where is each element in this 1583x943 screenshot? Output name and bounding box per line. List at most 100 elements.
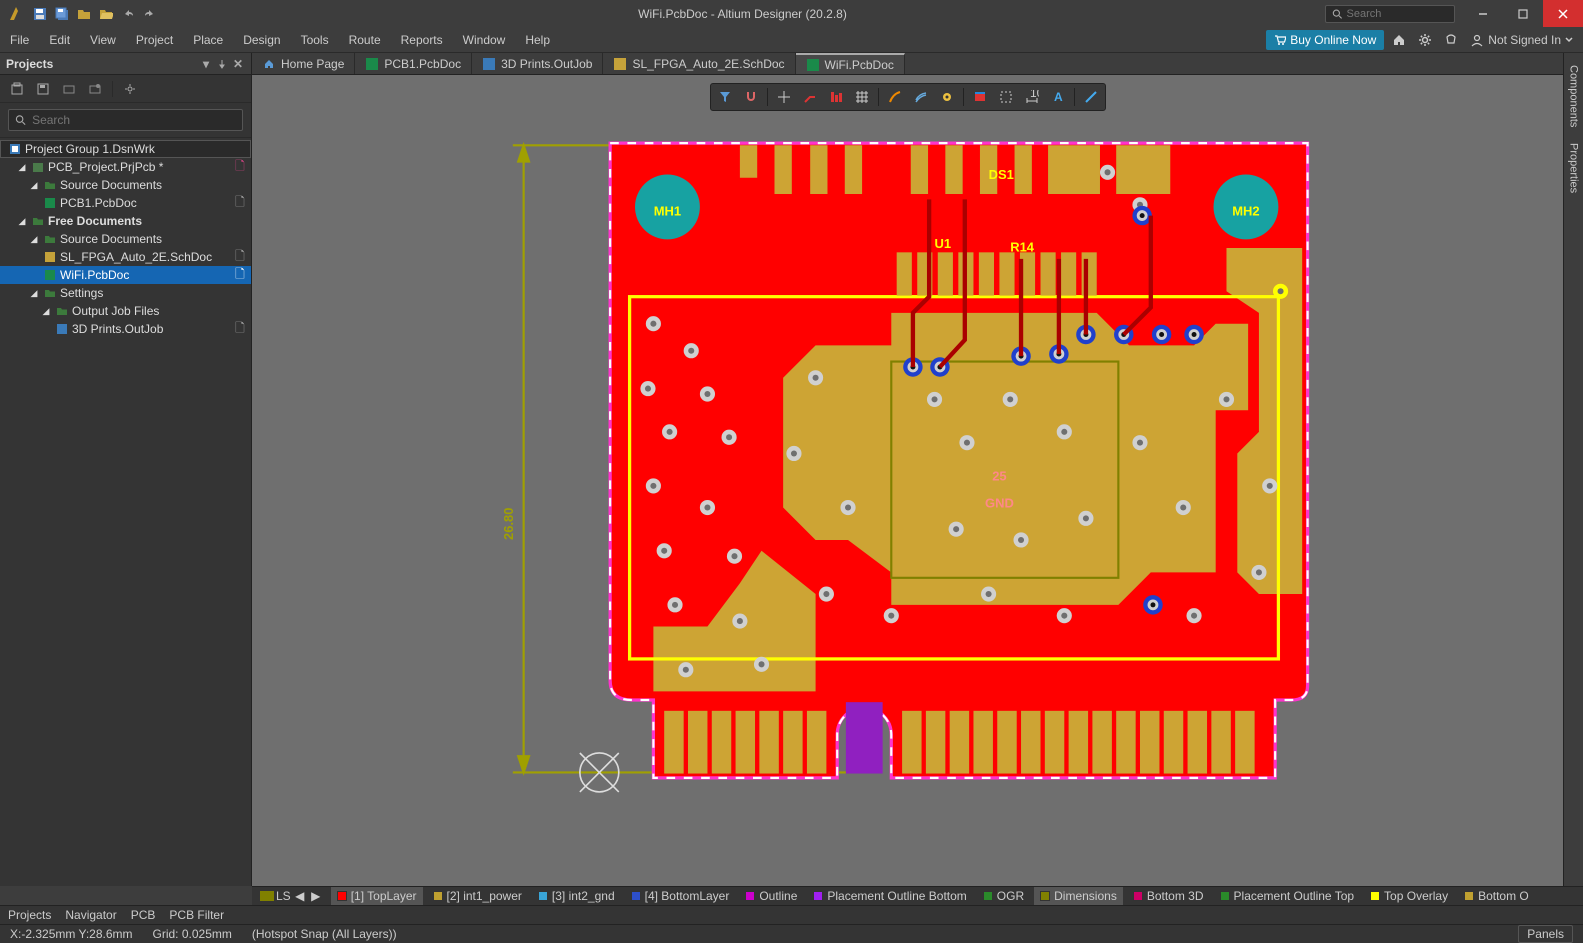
bottom-tab-pcb[interactable]: PCB — [131, 908, 156, 922]
layer-chip-bottomlayer[interactable]: [4] BottomLayer — [625, 887, 736, 905]
tab-pcb1[interactable]: PCB1.PcbDoc — [355, 53, 472, 74]
menu-project[interactable]: Project — [126, 29, 183, 51]
menu-file[interactable]: File — [0, 29, 39, 51]
text-icon[interactable]: A — [1046, 86, 1070, 108]
tree-project[interactable]: ◢ PCB_Project.PrjPcb * 🗋 — [0, 158, 251, 176]
dimension-icon[interactable]: 10 — [1020, 86, 1044, 108]
layer-chip-ogr[interactable]: OGR — [977, 887, 1030, 905]
menu-view[interactable]: View — [80, 29, 126, 51]
layer-chip-bottom-overlay[interactable]: Bottom O — [1458, 887, 1535, 905]
compile-icon[interactable] — [60, 80, 78, 98]
polygon-icon[interactable] — [968, 86, 992, 108]
pcb-editor-view[interactable]: 26.80 — [252, 75, 1563, 886]
save-all-icon[interactable] — [52, 4, 72, 24]
right-tab-components[interactable]: Components — [1566, 57, 1582, 135]
menu-place[interactable]: Place — [183, 29, 233, 51]
layer-chip-int2gnd[interactable]: [3] int2_gnd — [532, 887, 621, 905]
line-icon[interactable] — [1079, 86, 1103, 108]
layer-chip-placement-top[interactable]: Placement Outline Top — [1214, 887, 1361, 905]
region-icon[interactable] — [994, 86, 1018, 108]
tree-free-documents[interactable]: ◢ Free Documents — [0, 212, 251, 230]
panel-close-icon[interactable]: ✕ — [231, 57, 245, 71]
layer-chip-dimensions[interactable]: Dimensions — [1034, 887, 1123, 905]
diff-pair-icon[interactable] — [909, 86, 933, 108]
tab-wifi[interactable]: WiFi.PcbDoc — [796, 53, 905, 74]
collapse-icon[interactable]: ◢ — [40, 305, 52, 317]
open-project-icon[interactable] — [96, 4, 116, 24]
layer-chip-toplayer[interactable]: [1] TopLayer — [331, 887, 423, 905]
tree-doc-pcb1[interactable]: PCB1.PcbDoc 🗋 — [0, 194, 251, 212]
minimize-button[interactable] — [1463, 0, 1503, 27]
menu-tools[interactable]: Tools — [291, 29, 339, 51]
snap-icon[interactable] — [739, 86, 763, 108]
tab-outjob[interactable]: 3D Prints.OutJob — [472, 53, 603, 74]
project-save-icon[interactable] — [34, 80, 52, 98]
menu-window[interactable]: Window — [453, 29, 516, 51]
undo-icon[interactable] — [118, 4, 138, 24]
menu-help[interactable]: Help — [515, 29, 560, 51]
layer-prev-icon[interactable]: ◀ — [293, 889, 307, 903]
layer-chip-int1power[interactable]: [2] int1_power — [427, 887, 528, 905]
menu-edit[interactable]: Edit — [39, 29, 80, 51]
save-icon[interactable] — [30, 4, 50, 24]
signin-button[interactable]: Not Signed In — [1466, 31, 1577, 49]
tree-source-documents[interactable]: ◢ Source Documents — [0, 176, 251, 194]
collapse-icon[interactable]: ◢ — [28, 179, 40, 191]
bottom-tab-navigator[interactable]: Navigator — [65, 908, 116, 922]
align-icon[interactable] — [824, 86, 848, 108]
redo-icon[interactable] — [140, 4, 160, 24]
project-settings-icon[interactable] — [121, 80, 139, 98]
tree-outjob-files[interactable]: ◢ Output Job Files — [0, 302, 251, 320]
buy-online-button[interactable]: Buy Online Now — [1266, 30, 1384, 50]
panel-dropdown-icon[interactable]: ▾ — [199, 57, 213, 71]
home-icon[interactable] — [1388, 29, 1410, 51]
projects-search-input[interactable] — [32, 113, 236, 127]
place-track-icon[interactable] — [798, 86, 822, 108]
project-open-icon[interactable] — [8, 80, 26, 98]
panel-pin-icon[interactable] — [215, 57, 229, 71]
menu-route[interactable]: Route — [339, 29, 391, 51]
collapse-icon[interactable]: ◢ — [16, 161, 28, 173]
global-search-input[interactable] — [1347, 8, 1449, 20]
open-folder-icon[interactable] — [74, 4, 94, 24]
global-search[interactable] — [1325, 5, 1455, 23]
vcs-icon[interactable] — [86, 80, 104, 98]
projects-search-box[interactable] — [8, 109, 243, 131]
layer-chip-outline[interactable]: Outline — [739, 887, 803, 905]
menu-reports[interactable]: Reports — [391, 29, 453, 51]
collapse-icon[interactable]: ◢ — [28, 287, 40, 299]
route-icon[interactable] — [883, 86, 907, 108]
tree-doc-schdoc[interactable]: SL_FPGA_Auto_2E.SchDoc 🗋 — [0, 248, 251, 266]
filter-icon[interactable] — [713, 86, 737, 108]
via-icon[interactable] — [935, 86, 959, 108]
tree-source-documents-2[interactable]: ◢ Source Documents — [0, 230, 251, 248]
mh1: MH1 — [635, 174, 700, 239]
bottom-tab-projects[interactable]: Projects — [8, 908, 51, 922]
right-tab-properties[interactable]: Properties — [1566, 135, 1582, 201]
crosshair-icon[interactable] — [772, 86, 796, 108]
tab-home[interactable]: Home Page — [252, 53, 355, 74]
layer-name: OGR — [997, 889, 1024, 903]
collapse-icon[interactable]: ◢ — [28, 233, 40, 245]
pcb-canvas[interactable]: 10 A 26.80 — [252, 75, 1563, 886]
grid-icon[interactable] — [850, 86, 874, 108]
collapse-icon[interactable]: ◢ — [16, 215, 28, 227]
maximize-button[interactable] — [1503, 0, 1543, 27]
silk-ds1: DS1 — [989, 167, 1014, 182]
tree-settings[interactable]: ◢ Settings — [0, 284, 251, 302]
layer-chip-top-overlay[interactable]: Top Overlay — [1364, 887, 1454, 905]
close-button[interactable] — [1543, 0, 1583, 27]
tree-doc-wifi[interactable]: WiFi.PcbDoc 🗋 — [0, 266, 251, 284]
layer-set-label[interactable]: LS — [276, 889, 291, 903]
layer-next-icon[interactable]: ▶ — [309, 889, 323, 903]
layer-chip-placement-bottom[interactable]: Placement Outline Bottom — [807, 887, 972, 905]
notifications-icon[interactable] — [1440, 29, 1462, 51]
tree-project-group[interactable]: Project Group 1.DsnWrk — [0, 140, 251, 158]
panels-button[interactable]: Panels — [1518, 925, 1573, 943]
tree-doc-outjob[interactable]: 3D Prints.OutJob 🗋 — [0, 320, 251, 338]
menu-design[interactable]: Design — [233, 29, 290, 51]
layer-chip-bottom3d[interactable]: Bottom 3D — [1127, 887, 1210, 905]
tab-sch[interactable]: SL_FPGA_Auto_2E.SchDoc — [603, 53, 795, 74]
bottom-tab-pcb-filter[interactable]: PCB Filter — [169, 908, 224, 922]
gear-icon[interactable] — [1414, 29, 1436, 51]
